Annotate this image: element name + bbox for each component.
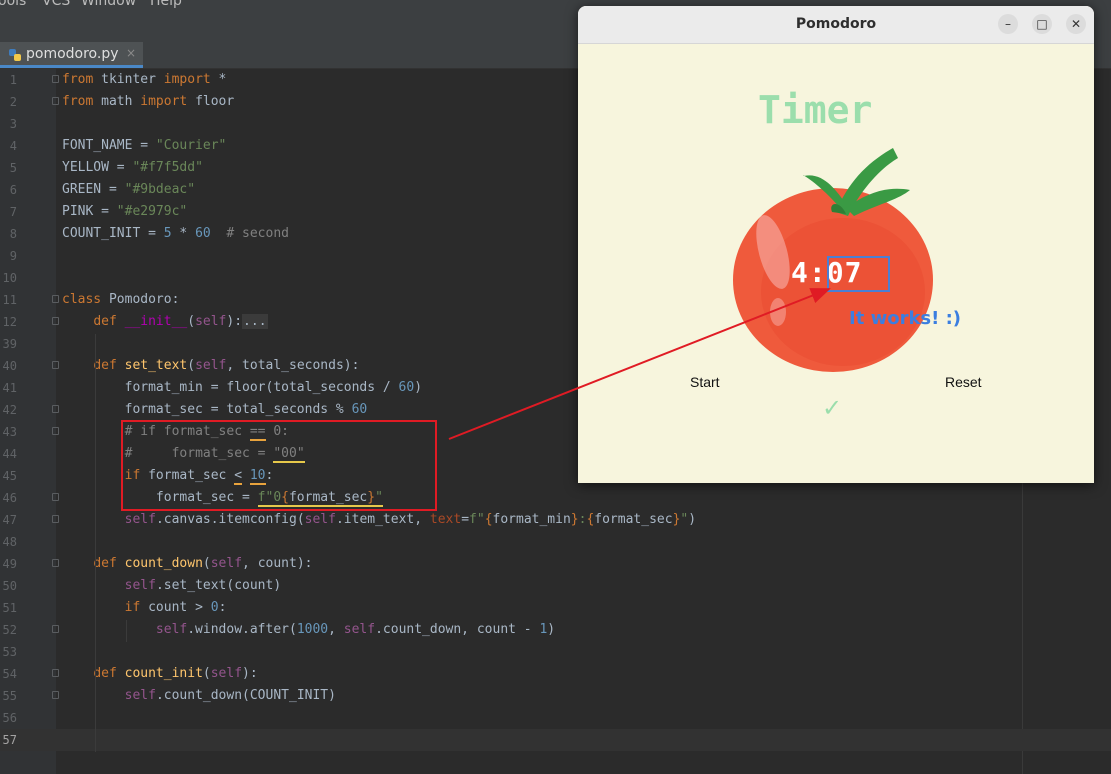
fold-marker-icon[interactable] <box>52 317 59 325</box>
line-number: 41 <box>2 381 17 395</box>
fold-marker-icon[interactable] <box>52 691 59 699</box>
code-text: self.count_down(COUNT_INIT) <box>124 688 336 703</box>
fold-marker-icon[interactable] <box>52 361 59 369</box>
line-number: 54 <box>2 667 17 681</box>
code-line[interactable]: 50 self.set_text(count) <box>0 575 1111 597</box>
tab-label: pomodoro.py <box>26 46 119 62</box>
code-text: format_sec = total_seconds % 60 <box>62 402 368 417</box>
code-text: GREEN = "#9bdeac" <box>62 182 196 197</box>
fold-marker-icon[interactable] <box>52 295 59 303</box>
start-button[interactable]: Start <box>690 374 720 390</box>
line-number: 43 <box>2 425 17 439</box>
line-number: 49 <box>2 557 17 571</box>
checkmark-icon: ✓ <box>822 394 843 422</box>
line-number: 47 <box>2 513 17 527</box>
line-number: 7 <box>9 205 17 219</box>
code-text: PINK = "#e2979c" <box>62 204 188 219</box>
window-titlebar: Pomodoro – □ ✕ <box>578 6 1094 44</box>
fold-marker-icon[interactable] <box>52 427 59 435</box>
code-line[interactable]: 56 <box>0 707 1111 729</box>
line-number: 10 <box>2 271 17 285</box>
minimize-button[interactable]: – <box>998 14 1018 34</box>
line-number: 51 <box>2 601 17 615</box>
python-file-icon <box>9 49 21 61</box>
code-text: def count_init(self): <box>93 666 258 681</box>
line-number: 4 <box>9 139 17 153</box>
code-line[interactable]: 51 if count > 0: <box>0 597 1111 619</box>
menu-window[interactable]: Window <box>81 0 136 9</box>
code-text: from math import floor <box>62 94 235 109</box>
highlight-annotation-box <box>121 420 437 511</box>
code-text: def set_text(self, total_seconds): <box>93 358 360 373</box>
seconds-highlight-box <box>827 256 890 292</box>
line-number: 48 <box>2 535 17 549</box>
line-number: 50 <box>2 579 17 593</box>
fold-marker-icon[interactable] <box>52 75 59 83</box>
code-text: FONT_NAME = "Courier" <box>62 138 227 153</box>
line-number: 45 <box>2 469 17 483</box>
reset-button[interactable]: Reset <box>945 374 982 390</box>
fold-marker-icon[interactable] <box>52 559 59 567</box>
fold-marker-icon[interactable] <box>52 625 59 633</box>
code-line[interactable]: 54 def count_init(self): <box>0 663 1111 685</box>
indent-guide <box>126 620 127 642</box>
tab-close-icon[interactable]: × <box>126 46 136 60</box>
code-text: self.window.after(1000, self.count_down,… <box>155 622 556 637</box>
line-number: 56 <box>2 711 17 725</box>
code-text: def __init__(self):... <box>93 314 268 329</box>
menu-help[interactable]: Help <box>150 0 182 9</box>
maximize-button[interactable]: □ <box>1032 14 1052 34</box>
line-number: 52 <box>2 623 17 637</box>
line-number: 9 <box>9 249 17 263</box>
line-number: 6 <box>9 183 17 197</box>
line-number: 1 <box>9 73 17 87</box>
fold-marker-icon[interactable] <box>52 405 59 413</box>
line-number: 57 <box>2 733 17 747</box>
code-text: COUNT_INIT = 5 * 60 # second <box>62 226 289 241</box>
it-works-note: It works! :) <box>849 308 962 329</box>
line-number: 40 <box>2 359 17 373</box>
code-line[interactable]: 53 <box>0 641 1111 663</box>
code-text: from tkinter import * <box>62 72 227 87</box>
timer-separator: : <box>808 256 827 289</box>
fold-marker-icon[interactable] <box>52 669 59 677</box>
line-number: 8 <box>9 227 17 241</box>
code-line[interactable]: 48 <box>0 531 1111 553</box>
code-text: format_min = floor(total_seconds / 60) <box>62 380 423 395</box>
pomodoro-body: Timer 4:07 It works! :) Start Reset ✓ <box>578 44 1094 483</box>
line-number: 3 <box>9 117 17 131</box>
code-text: self.canvas.itemconfig(self.item_text, t… <box>124 512 697 527</box>
code-line[interactable]: 49 def count_down(self, count): <box>0 553 1111 575</box>
pomodoro-window: Pomodoro – □ ✕ Timer 4:07 It works! :) S… <box>578 6 1094 483</box>
code-line[interactable]: 57 <box>0 729 1111 751</box>
indent-guide <box>95 334 96 752</box>
code-text: class Pomodoro: <box>62 292 180 307</box>
fold-marker-icon[interactable] <box>52 493 59 501</box>
close-button[interactable]: ✕ <box>1066 14 1086 34</box>
line-number: 5 <box>9 161 17 175</box>
line-number: 39 <box>2 337 17 351</box>
line-number: 2 <box>9 95 17 109</box>
code-line[interactable]: 47 self.canvas.itemconfig(self.item_text… <box>0 509 1111 531</box>
fold-marker-icon[interactable] <box>52 97 59 105</box>
menu-tools[interactable]: ools <box>0 0 26 9</box>
tab-pomodoro-py[interactable]: pomodoro.py × <box>0 42 143 68</box>
code-text: def count_down(self, count): <box>93 556 313 571</box>
line-number: 46 <box>2 491 17 505</box>
fold-marker-icon[interactable] <box>52 515 59 523</box>
timer-minutes: 4 <box>791 256 809 289</box>
code-text: YELLOW = "#f7f5dd" <box>62 160 203 175</box>
timer-label: Timer <box>758 88 873 132</box>
line-number: 11 <box>2 293 17 307</box>
line-number: 44 <box>2 447 17 461</box>
line-number: 42 <box>2 403 17 417</box>
menu-vcs[interactable]: VCS <box>42 0 70 9</box>
line-number: 55 <box>2 689 17 703</box>
line-number: 53 <box>2 645 17 659</box>
code-line[interactable]: 52 self.window.after(1000, self.count_do… <box>0 619 1111 641</box>
code-text: if count > 0: <box>124 600 227 615</box>
code-line[interactable]: 55 self.count_down(COUNT_INIT) <box>0 685 1111 707</box>
line-number: 12 <box>2 315 17 329</box>
